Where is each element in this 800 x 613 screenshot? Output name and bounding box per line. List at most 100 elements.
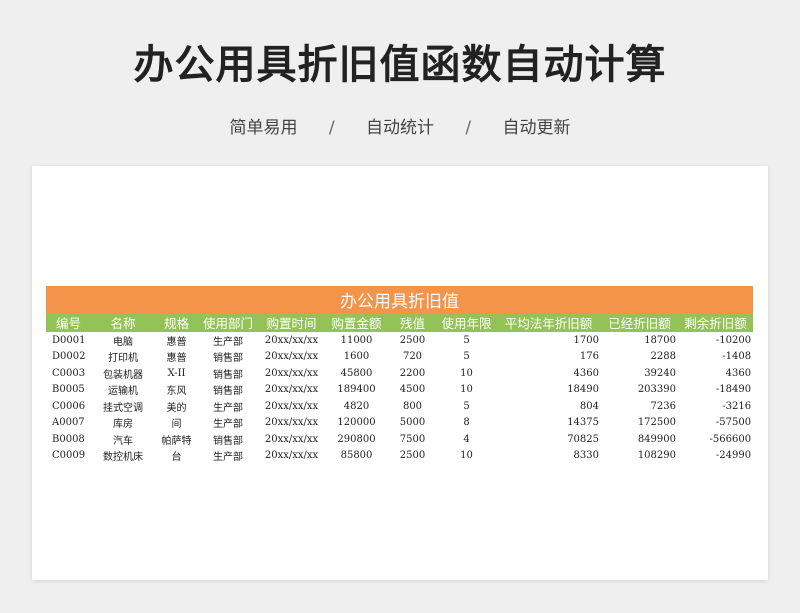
cell-id[interactable]: C0006	[46, 398, 91, 415]
cell-residual[interactable]: 2500	[388, 332, 437, 349]
table-row: B0005 运输机 东风 销售部 20xx/xx/xx 189400 4500 10 18490…	[46, 382, 753, 399]
cell-purchase-amount[interactable]: 1600	[325, 349, 388, 366]
cell-dept[interactable]: 生产部	[198, 448, 258, 465]
cell-remaining-depreciation[interactable]: -1408	[678, 349, 753, 366]
table-banner-row: 办公用具折旧值	[46, 286, 754, 313]
cell-annual-depreciation[interactable]: 1700	[496, 332, 601, 349]
cell-name[interactable]: 汽车	[91, 431, 155, 448]
cell-annual-depreciation[interactable]: 4360	[496, 365, 601, 382]
cell-name[interactable]: 挂式空调	[91, 398, 155, 415]
cell-years[interactable]: 4	[437, 431, 496, 448]
cell-annual-depreciation[interactable]: 804	[496, 398, 601, 415]
cell-dept[interactable]: 生产部	[198, 332, 258, 349]
cell-accumulated-depreciation[interactable]: 18700	[601, 332, 678, 349]
cell-annual-depreciation[interactable]: 14375	[496, 415, 601, 432]
cell-remaining-depreciation[interactable]: -10200	[678, 332, 753, 349]
cell-annual-depreciation[interactable]: 8330	[496, 448, 601, 465]
header-col-years: 使用年限	[437, 313, 496, 332]
header-col-accumulated-depreciation: 已经折旧额	[601, 313, 678, 332]
cell-annual-depreciation[interactable]: 18490	[496, 382, 601, 399]
cell-spec[interactable]: 台	[155, 448, 198, 465]
cell-purchase-amount[interactable]: 45800	[325, 365, 388, 382]
cell-residual[interactable]: 800	[388, 398, 437, 415]
cell-accumulated-depreciation[interactable]: 172500	[601, 415, 678, 432]
subtitle-separator: /	[328, 118, 335, 138]
table-row: B0008 汽车 帕萨特 销售部 20xx/xx/xx 290800 7500 4 70825 8…	[46, 431, 753, 448]
cell-dept[interactable]: 生产部	[198, 415, 258, 432]
cell-annual-depreciation[interactable]: 176	[496, 349, 601, 366]
cell-years[interactable]: 10	[437, 448, 496, 465]
cell-purchase-amount[interactable]: 4820	[325, 398, 388, 415]
cell-dept[interactable]: 销售部	[198, 349, 258, 366]
cell-remaining-depreciation[interactable]: -566600	[678, 431, 753, 448]
cell-residual[interactable]: 7500	[388, 431, 437, 448]
cell-years[interactable]: 10	[437, 382, 496, 399]
cell-spec[interactable]: 东风	[155, 382, 198, 399]
cell-purchase-amount[interactable]: 120000	[325, 415, 388, 432]
cell-dept[interactable]: 销售部	[198, 382, 258, 399]
cell-years[interactable]: 10	[437, 365, 496, 382]
cell-purchase-date[interactable]: 20xx/xx/xx	[258, 332, 325, 349]
header-col-purchase-amount: 购置金额	[325, 313, 388, 332]
cell-accumulated-depreciation[interactable]: 2288	[601, 349, 678, 366]
cell-id[interactable]: C0009	[46, 448, 91, 465]
cell-remaining-depreciation[interactable]: -57500	[678, 415, 753, 432]
table-body: D0001 电脑 惠普 生产部 20xx/xx/xx 11000 2500 5 1700 1870…	[46, 332, 753, 464]
cell-id[interactable]: D0001	[46, 332, 91, 349]
cell-name[interactable]: 库房	[91, 415, 155, 432]
cell-years[interactable]: 5	[437, 398, 496, 415]
cell-name[interactable]: 电脑	[91, 332, 155, 349]
cell-name[interactable]: 数控机床	[91, 448, 155, 465]
cell-id[interactable]: C0003	[46, 365, 91, 382]
cell-remaining-depreciation[interactable]: -3216	[678, 398, 753, 415]
spreadsheet-sheet: 办公用具折旧值 编号 名称 规格 使用部门 购置时间 购置金额 残值 使用年限 平均法年折旧额已…	[32, 166, 768, 580]
cell-purchase-date[interactable]: 20xx/xx/xx	[258, 382, 325, 399]
cell-remaining-depreciation[interactable]: -18490	[678, 382, 753, 399]
cell-purchase-date[interactable]: 20xx/xx/xx	[258, 448, 325, 465]
cell-residual[interactable]: 720	[388, 349, 437, 366]
cell-remaining-depreciation[interactable]: 4360	[678, 365, 753, 382]
cell-spec[interactable]: 美的	[155, 398, 198, 415]
cell-spec[interactable]: 帕萨特	[155, 431, 198, 448]
cell-spec[interactable]: X-II	[155, 365, 198, 382]
cell-residual[interactable]: 2200	[388, 365, 437, 382]
cell-accumulated-depreciation[interactable]: 39240	[601, 365, 678, 382]
cell-residual[interactable]: 4500	[388, 382, 437, 399]
cell-accumulated-depreciation[interactable]: 108290	[601, 448, 678, 465]
cell-residual[interactable]: 5000	[388, 415, 437, 432]
cell-id[interactable]: B0005	[46, 382, 91, 399]
cell-annual-depreciation[interactable]: 70825	[496, 431, 601, 448]
cell-dept[interactable]: 生产部	[198, 398, 258, 415]
cell-spec[interactable]: 惠普	[155, 332, 198, 349]
cell-purchase-date[interactable]: 20xx/xx/xx	[258, 365, 325, 382]
table-header-row: 编号 名称 规格 使用部门 购置时间 购置金额 残值 使用年限 平均法年折旧额 已经折旧额 剩余折旧…	[46, 313, 754, 332]
cell-spec[interactable]: 惠普	[155, 349, 198, 366]
cell-purchase-amount[interactable]: 85800	[325, 448, 388, 465]
cell-years[interactable]: 5	[437, 349, 496, 366]
cell-id[interactable]: D0002	[46, 349, 91, 366]
cell-dept[interactable]: 销售部	[198, 365, 258, 382]
cell-purchase-amount[interactable]: 290800	[325, 431, 388, 448]
cell-purchase-date[interactable]: 20xx/xx/xx	[258, 415, 325, 432]
cell-purchase-date[interactable]: 20xx/xx/xx	[258, 431, 325, 448]
cell-purchase-date[interactable]: 20xx/xx/xx	[258, 349, 325, 366]
table-row: C0009 数控机床台生产部 20xx/xx/xx 85800 2500 10 8330 10…	[46, 448, 753, 465]
cell-name[interactable]: 运输机	[91, 382, 155, 399]
cell-residual[interactable]: 2500	[388, 448, 437, 465]
cell-accumulated-depreciation[interactable]: 7236	[601, 398, 678, 415]
cell-years[interactable]: 8	[437, 415, 496, 432]
cell-accumulated-depreciation[interactable]: 849900	[601, 431, 678, 448]
cell-years[interactable]: 5	[437, 332, 496, 349]
cell-name[interactable]: 打印机	[91, 349, 155, 366]
cell-remaining-depreciation[interactable]: -24990	[678, 448, 753, 465]
cell-id[interactable]: B0008	[46, 431, 91, 448]
cell-id[interactable]: A0007	[46, 415, 91, 432]
cell-spec[interactable]: 间	[155, 415, 198, 432]
cell-purchase-date[interactable]: 20xx/xx/xx	[258, 398, 325, 415]
header-col-dept: 使用部门	[198, 313, 258, 332]
cell-purchase-amount[interactable]: 11000	[325, 332, 388, 349]
cell-purchase-amount[interactable]: 189400	[325, 382, 388, 399]
cell-accumulated-depreciation[interactable]: 203390	[601, 382, 678, 399]
cell-dept[interactable]: 销售部	[198, 431, 258, 448]
cell-name[interactable]: 包装机器	[91, 365, 155, 382]
